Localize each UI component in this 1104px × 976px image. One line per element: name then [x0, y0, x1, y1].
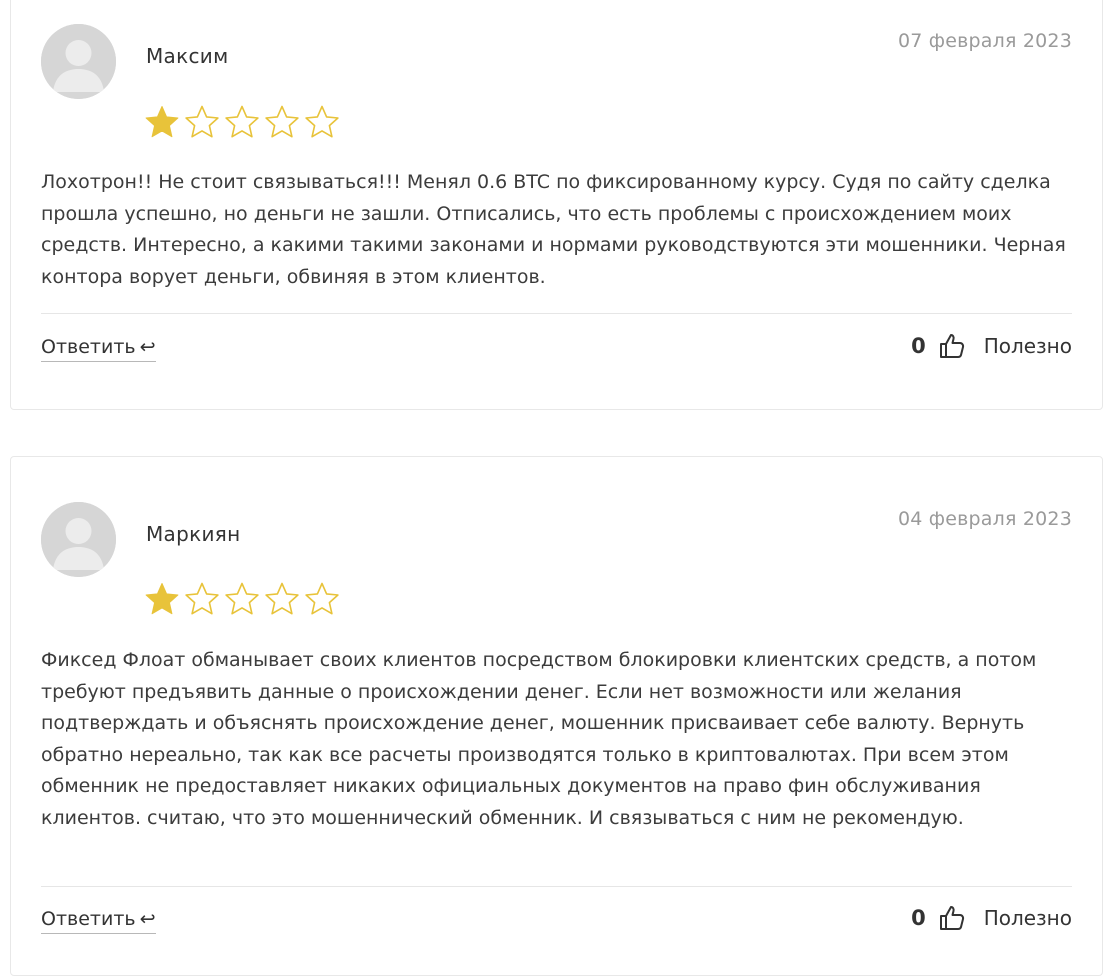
avatar	[41, 502, 116, 577]
rating-stars	[144, 104, 340, 140]
thumbs-up-icon[interactable]	[938, 904, 966, 932]
divider	[41, 313, 1072, 314]
reply-button[interactable]: Ответить ↩	[41, 334, 156, 362]
reply-button[interactable]: Ответить ↩	[41, 906, 156, 934]
star-empty-icon	[185, 105, 219, 138]
review-date: 04 февраля 2023	[897, 508, 1072, 530]
star-empty-icon	[225, 582, 259, 615]
review-author: Маркиян	[146, 522, 241, 546]
like-count: 0	[911, 906, 926, 930]
avatar	[41, 24, 116, 99]
star-empty-icon	[225, 105, 259, 138]
like-count: 0	[911, 334, 926, 358]
star-empty-icon	[305, 105, 339, 138]
review-card: Максим 07 февраля 2023 Лохотрон!! Не сто…	[10, 0, 1103, 410]
reply-label: Ответить	[41, 908, 136, 930]
divider	[41, 886, 1072, 887]
review-author: Максим	[146, 44, 229, 68]
likes-block: 0 Полезно	[911, 904, 1072, 932]
star-filled-icon	[145, 106, 179, 138]
likes-block: 0 Полезно	[911, 332, 1072, 360]
star-empty-icon	[305, 582, 339, 615]
star-empty-icon	[265, 582, 299, 615]
reply-arrow-icon: ↩	[139, 336, 156, 358]
useful-button[interactable]: Полезно	[984, 906, 1072, 930]
user-silhouette-icon	[41, 502, 116, 577]
star-empty-icon	[185, 582, 219, 615]
star-filled-icon	[145, 583, 179, 615]
review-date: 07 февраля 2023	[897, 30, 1072, 52]
star-empty-icon	[265, 105, 299, 138]
rating-stars	[144, 581, 340, 617]
useful-button[interactable]: Полезно	[984, 334, 1072, 358]
review-text: Фиксед Флоат обманывает своих клиентов п…	[41, 649, 1037, 829]
reply-label: Ответить	[41, 336, 136, 358]
reply-arrow-icon: ↩	[139, 908, 156, 930]
thumbs-up-icon[interactable]	[938, 332, 966, 360]
user-silhouette-icon	[41, 24, 116, 99]
review-card: Маркиян 04 февраля 2023 Фиксед Флоат обм…	[10, 456, 1103, 976]
review-text: Лохотрон!! Не стоит связываться!!! Менял…	[41, 171, 1066, 288]
